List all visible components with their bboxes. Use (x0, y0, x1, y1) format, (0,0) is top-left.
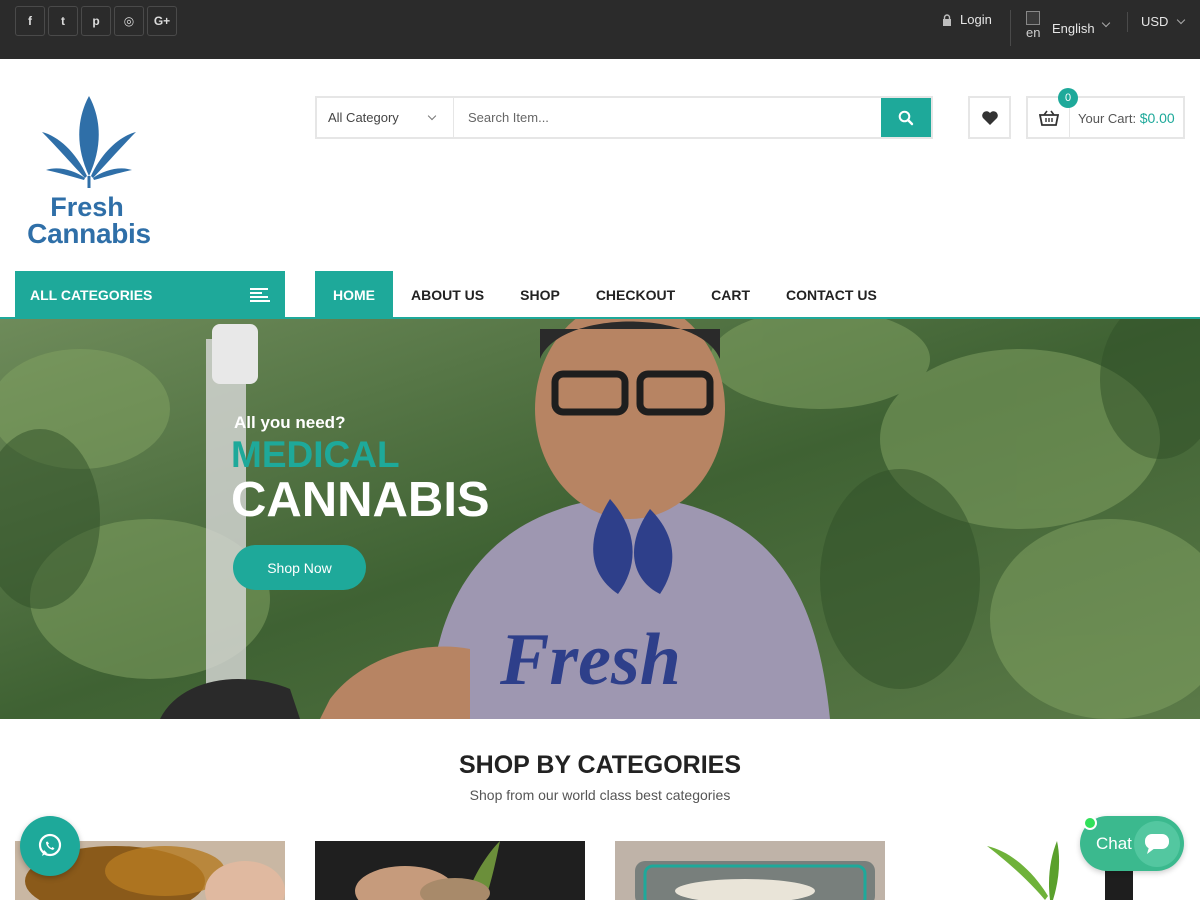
section-title: SHOP BY CATEGORIES (458, 751, 741, 779)
hero-shirt-text: Fresh (499, 619, 681, 701)
category-card[interactable] (615, 841, 885, 900)
nav-checkout[interactable]: CHECKOUT (578, 271, 693, 318)
cart-button[interactable]: 0 Your Cart: $0.00 (1026, 88, 1185, 139)
hero-title-line2: CANNABIS (231, 473, 490, 527)
all-categories-button[interactable]: ALL CATEGORIES (15, 271, 285, 318)
nav-shop[interactable]: SHOP (502, 271, 578, 318)
twitter-icon[interactable]: t (48, 6, 78, 36)
divider (1127, 12, 1128, 32)
hero-subtitle: All you need? (234, 413, 346, 432)
lock-icon (943, 13, 951, 26)
section-subtitle: Shop from our world class best categorie… (469, 787, 731, 803)
facebook-icon[interactable]: f (15, 6, 45, 36)
category-card[interactable] (315, 841, 585, 900)
search-input[interactable] (454, 98, 881, 137)
search-bar: All Category (315, 96, 933, 139)
category-select[interactable]: All Category (317, 98, 454, 137)
chevron-down-icon (1101, 18, 1110, 28)
chat-bubble-icon (1134, 821, 1180, 867)
category-select-label: All Category (328, 110, 399, 125)
pinterest-icon[interactable]: p (81, 6, 111, 36)
basket-icon (1038, 110, 1059, 126)
cart-amount: $0.00 (1139, 109, 1175, 126)
language-label: English (1052, 21, 1095, 36)
currency-selector[interactable]: USD (1141, 14, 1186, 29)
hero-background-image: Fresh (0, 319, 1200, 719)
category-image (615, 841, 885, 900)
broken-image-icon (1026, 11, 1040, 25)
site-logo[interactable]: Fresh Cannabis (18, 92, 168, 252)
heart-icon (981, 110, 998, 125)
whatsapp-button[interactable] (20, 816, 80, 876)
shop-now-button[interactable]: Shop Now (233, 545, 366, 590)
google-plus-icon[interactable]: G+ (147, 6, 177, 36)
cart-label: Your Cart: (1078, 110, 1137, 126)
main-nav: HOME ABOUT US SHOP CHECKOUT CART CONTACT… (315, 271, 895, 318)
instagram-icon[interactable]: ◎ (114, 6, 144, 36)
menu-lines-icon (250, 287, 270, 302)
nav-contact-us[interactable]: CONTACT US (768, 271, 895, 318)
chat-widget[interactable]: Chat (1080, 816, 1184, 871)
hero-copy: All you need? MEDICAL CANNABIS (231, 413, 490, 525)
logo-text-cannabis: Cannabis (27, 218, 151, 249)
nav-home[interactable]: HOME (315, 271, 393, 318)
chat-label: Chat (1096, 833, 1132, 853)
hero-banner: Fresh All you need? MEDICAL CANNABIS Sho… (0, 319, 1200, 719)
wishlist-button[interactable] (968, 96, 1011, 139)
language-flag-icon: en (1026, 11, 1044, 41)
nav-cart[interactable]: CART (693, 271, 768, 318)
category-image (315, 841, 585, 900)
search-button[interactable] (881, 98, 931, 137)
whatsapp-icon (38, 833, 62, 857)
top-bar: f t p ◎ G+ Login en English USD (0, 0, 1200, 59)
login-label: Login (960, 12, 992, 27)
language-flag-alt: en (1026, 25, 1041, 40)
speech-bubble-icon (1145, 834, 1169, 854)
chevron-down-icon (1177, 15, 1186, 24)
all-categories-label: ALL CATEGORIES (30, 286, 153, 303)
divider (1010, 10, 1011, 46)
login-link[interactable]: Login (942, 12, 992, 27)
hero-title-line1: MEDICAL (231, 434, 400, 475)
cart-count-badge: 0 (1058, 88, 1078, 108)
social-links: f t p ◎ G+ (15, 6, 177, 36)
search-icon (898, 110, 914, 125)
cart-summary: Your Cart: $0.00 (1070, 110, 1175, 126)
language-selector[interactable]: en English (1026, 11, 1110, 41)
online-status-dot (1083, 816, 1097, 830)
leaf-logo-icon (42, 96, 136, 188)
nav-about-us[interactable]: ABOUT US (393, 271, 502, 318)
chevron-down-icon (427, 111, 437, 120)
currency-label: USD (1141, 14, 1169, 29)
